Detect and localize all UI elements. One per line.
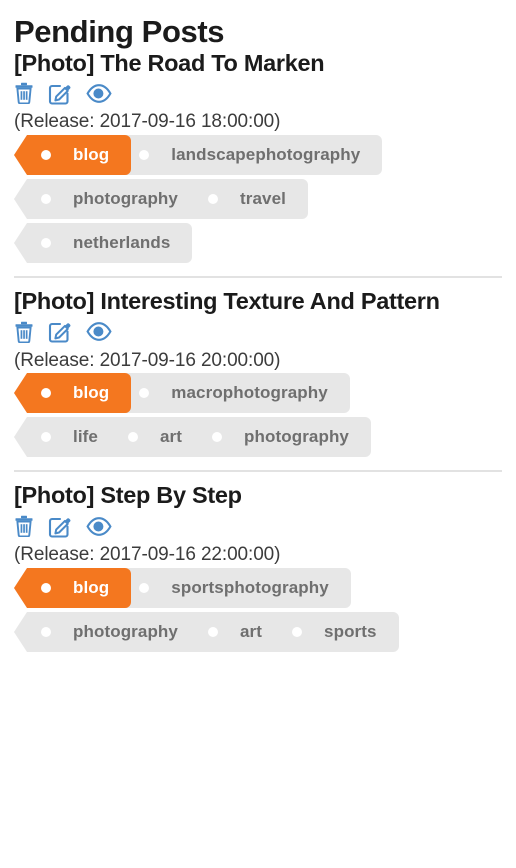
eye-icon[interactable] (86, 322, 112, 342)
posts-list: [Photo] The Road To Marken (Release: 201… (13, 49, 502, 652)
post-divider (14, 470, 502, 473)
pending-post-item: [Photo] Interesting Texture And Pattern (13, 276, 502, 458)
post-title: [Photo] The Road To Marken (14, 49, 325, 76)
tag-row: life art photography (14, 417, 502, 458)
tag-blog[interactable]: blog (13, 567, 132, 608)
post-actions (14, 319, 502, 345)
post-release-date: (Release: 2017-09-16 20:00:00) (14, 349, 281, 371)
tag-row: photography art sports (14, 611, 502, 652)
tag-sports[interactable]: sports (265, 611, 399, 652)
tag-row: blog sportsphotography (13, 567, 502, 608)
post-actions (14, 80, 502, 106)
tag-photography[interactable]: photography (14, 179, 200, 220)
pending-post-item: [Photo] Step By Step (Release: 2017-09-1… (13, 470, 502, 652)
tag-sportsphotography[interactable]: sportsphotography (112, 567, 351, 608)
post-actions (14, 513, 502, 539)
post-title: [Photo] Interesting Texture And Pattern (14, 288, 440, 315)
tag-row: netherlands (13, 223, 502, 264)
eye-icon[interactable] (86, 516, 112, 536)
edit-pencil-icon[interactable] (48, 515, 72, 538)
tag-photography[interactable]: photography (185, 417, 371, 458)
tag-macrophotography[interactable]: macrophotography (112, 373, 350, 414)
tag-travel[interactable]: travel (180, 179, 308, 220)
pending-posts-page: Pending Posts [Photo] The Road To Marken (0, 0, 516, 652)
post-tags: blog sportsphotography photography art sport… (13, 567, 502, 652)
edit-pencil-icon[interactable] (48, 82, 72, 105)
tag-row: blog macrophotography (13, 373, 502, 414)
tag-row: photography travel (14, 179, 502, 220)
pending-post-item: [Photo] The Road To Marken (Release: 201… (13, 49, 502, 264)
tag-blog[interactable]: blog (13, 135, 132, 176)
edit-pencil-icon[interactable] (48, 320, 72, 343)
post-tags: blog macrophotography life art photography (13, 373, 502, 458)
post-divider (14, 276, 502, 279)
post-release-date: (Release: 2017-09-16 22:00:00) (14, 544, 281, 566)
trash-icon[interactable] (14, 321, 34, 343)
tag-photography[interactable]: photography (14, 611, 200, 652)
page-title: Pending Posts (14, 14, 225, 49)
tag-blog[interactable]: blog (13, 373, 132, 414)
tag-netherlands[interactable]: netherlands (13, 223, 193, 264)
trash-icon[interactable] (14, 515, 34, 538)
eye-icon[interactable] (86, 84, 112, 103)
post-release-date: (Release: 2017-09-16 18:00:00) (14, 111, 281, 133)
tag-row: blog landscapephotography (13, 135, 502, 176)
post-title: [Photo] Step By Step (14, 482, 242, 509)
trash-icon[interactable] (14, 82, 34, 105)
tag-landscapephotography[interactable]: landscapephotography (112, 135, 383, 176)
post-tags: blog landscapephotography photography trave… (13, 135, 502, 264)
